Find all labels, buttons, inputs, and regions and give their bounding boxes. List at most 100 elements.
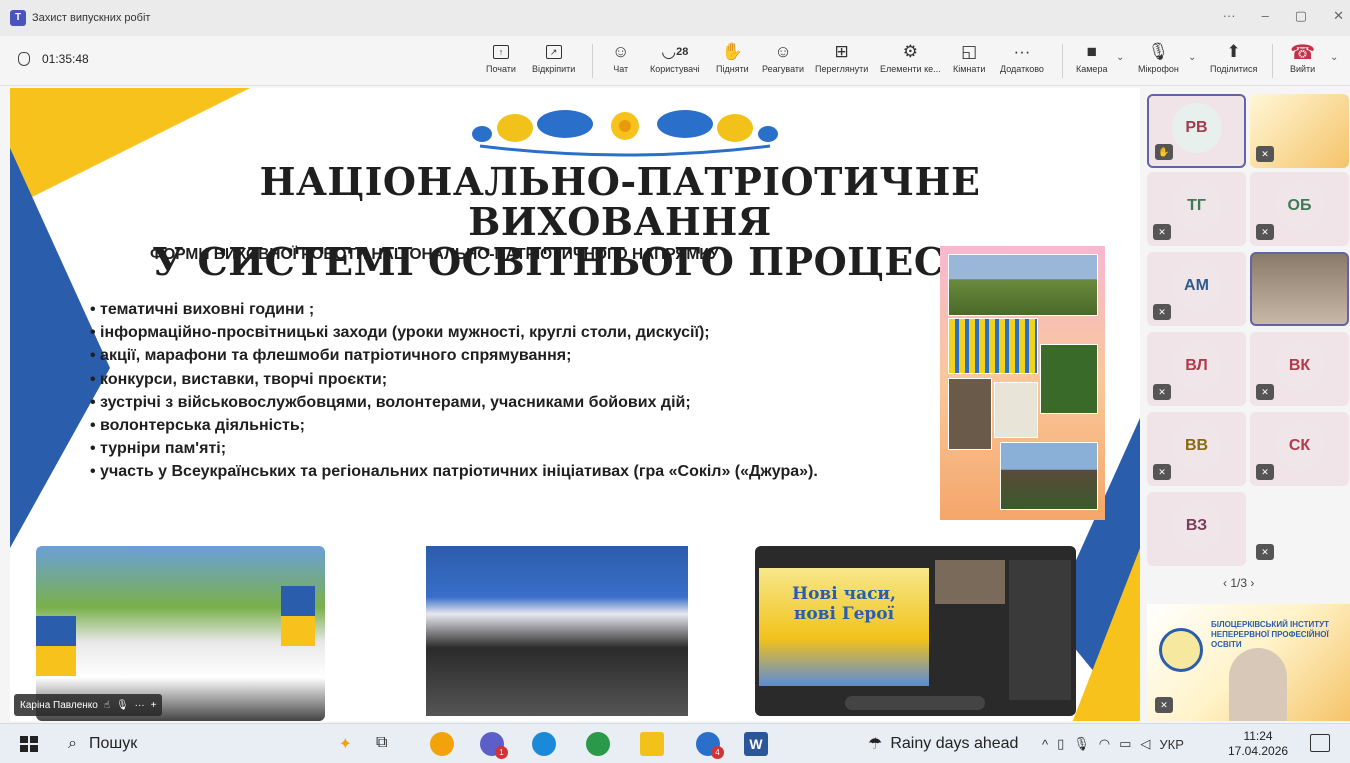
mic-off-icon: ✕: [1256, 464, 1274, 480]
edge-app-icon[interactable]: [532, 732, 556, 756]
next-page-icon[interactable]: ›: [1250, 576, 1254, 590]
presenter-video-tile[interactable]: БІЛОЦЕРКІВСЬКИЙ ІНСТИТУТ НЕПЕРЕРВНОЇ ПРО…: [1147, 604, 1350, 721]
sparkle-icon: ✦: [338, 736, 352, 753]
participants-list: [1009, 560, 1071, 700]
more-options-icon[interactable]: ···: [135, 700, 145, 711]
battery-icon[interactable]: ▭: [1119, 736, 1131, 752]
input-language[interactable]: УКР: [1159, 737, 1184, 752]
mic-off-icon: ✕: [1256, 224, 1274, 240]
share-icon: ⬆: [1226, 42, 1241, 61]
chrome-app-icon[interactable]: [430, 732, 454, 756]
leave-options-chevron-icon[interactable]: ⌄: [1330, 52, 1338, 63]
search-box[interactable]: ⌕ Пошук ✦: [52, 728, 362, 760]
raise-hand-icon: ✋: [721, 42, 743, 61]
camera-options-chevron-icon[interactable]: ⌄: [1116, 52, 1124, 63]
participant-tile[interactable]: СК ✕: [1250, 412, 1349, 486]
camera-button[interactable]: ■ Камера: [1076, 40, 1107, 74]
chat-button[interactable]: ☺ Чат: [612, 40, 629, 74]
call-controls-bar: [845, 696, 985, 710]
photo-collage: [940, 246, 1105, 520]
mic-icon[interactable]: 🎙: [1073, 736, 1090, 752]
list-item: зустрічі з військовослужбовцями, волонте…: [90, 391, 910, 414]
group-photo: [1000, 442, 1098, 510]
institute-name: БІЛОЦЕРКІВСЬКИЙ ІНСТИТУТ НЕПЕРЕРВНОЇ ПРО…: [1211, 620, 1329, 649]
list-item: волонтерська діяльність;: [90, 414, 910, 437]
minimize-icon[interactable]: –: [1262, 8, 1269, 24]
people-icon: ◡ 28: [661, 42, 689, 61]
teams-app-icon: T: [10, 10, 26, 26]
people-count: 28: [676, 46, 689, 58]
view-button[interactable]: ⊞ Переглянути: [815, 40, 868, 74]
diploma-photo: [994, 382, 1038, 438]
present-button[interactable]: ↑ Почати: [486, 40, 516, 74]
chrome-profile-icon[interactable]: [586, 732, 610, 756]
outdoor-photo: [1040, 344, 1098, 414]
avatar: СК: [1274, 421, 1325, 471]
team-photo: [948, 254, 1098, 316]
slide-title-line: НАЦІОНАЛЬНО-ПАТРІОТИЧНЕ ВИХОВАННЯ: [259, 159, 981, 244]
divider: [592, 44, 593, 78]
share-button[interactable]: ⬆ Поділитися: [1210, 40, 1257, 74]
teams-app-icon[interactable]: 1: [480, 732, 508, 759]
bullet-list: тематичні виховні години ; інформаційно-…: [90, 298, 910, 484]
participant-tile[interactable]: ВК ✕: [1250, 332, 1349, 406]
screen-banner: Нові часи, нові Герої: [759, 568, 929, 686]
unpin-icon: ↗: [545, 45, 562, 59]
start-button[interactable]: [20, 736, 38, 752]
controls-icon: ⚙: [902, 42, 918, 61]
mic-button[interactable]: 🎙 Мікрофон: [1138, 40, 1179, 74]
participant-tile[interactable]: ТГ ✕: [1147, 172, 1246, 246]
avatar: РВ: [1171, 103, 1222, 153]
participant-tile[interactable]: ОБ ✕: [1250, 172, 1349, 246]
word-app-icon[interactable]: W: [744, 732, 768, 756]
present-icon: ↑: [492, 45, 509, 59]
prev-page-icon[interactable]: ‹: [1223, 576, 1227, 590]
participant-tile[interactable]: АМ ✕: [1147, 252, 1246, 326]
mic-options-chevron-icon[interactable]: ⌄: [1188, 52, 1196, 63]
clock[interactable]: 11:24 17.04.2026: [1228, 729, 1288, 759]
chevron-up-icon[interactable]: ^: [1042, 737, 1048, 752]
viber-app-icon[interactable]: 4: [696, 732, 724, 759]
avatar: ВЛ: [1171, 341, 1222, 391]
people-button[interactable]: ◡ 28 Користувачі: [650, 40, 700, 74]
participant-video-tile[interactable]: [1250, 252, 1349, 326]
react-button[interactable]: ☺ Реагувати: [762, 40, 804, 74]
mic-off-icon: ✕: [1153, 304, 1171, 320]
participant-tile[interactable]: ВЛ ✕: [1147, 332, 1246, 406]
notifications-icon[interactable]: [1310, 734, 1330, 752]
overflow-tile[interactable]: ✕: [1250, 492, 1349, 566]
yellow-corner-shape: [1070, 548, 1140, 721]
mic-icon: 🎙: [115, 699, 129, 711]
avatar: ОБ: [1274, 181, 1325, 231]
participant-tile[interactable]: ВЗ: [1147, 492, 1246, 566]
restore-icon[interactable]: ▢: [1295, 8, 1307, 24]
wifi-icon[interactable]: ◠: [1099, 736, 1110, 752]
tablet-icon[interactable]: ▯: [1057, 736, 1064, 752]
notification-badge: 4: [711, 746, 724, 759]
video-thumbnail: [935, 560, 1005, 604]
controls-button[interactable]: ⚙ Елементи ке...: [880, 40, 941, 74]
list-item: участь у Всеукраїнських та регіональних …: [90, 460, 910, 483]
leave-button[interactable]: ☎ Вийти: [1290, 40, 1315, 75]
file-explorer-icon[interactable]: [640, 732, 664, 756]
mic-icon: ✕: [1155, 697, 1173, 713]
participant-tile[interactable]: РВ ✋: [1147, 94, 1246, 168]
window-title: Захист випускних робіт: [32, 12, 151, 24]
more-button[interactable]: ··· Додатково: [1000, 40, 1044, 74]
participant-tile[interactable]: ВВ ✕: [1147, 412, 1246, 486]
umbrella-icon: ☂: [868, 736, 883, 753]
meeting-toolbar: 01:35:48 ↑ Почати ↗ Відкріпити ☺ Чат ◡ 28…: [0, 36, 1350, 86]
meeting-timer: 01:35:48: [18, 52, 89, 66]
participant-video-tile[interactable]: ✕: [1250, 94, 1349, 168]
mic-off-icon: ✕: [1256, 146, 1274, 162]
pin-icon[interactable]: +: [151, 700, 157, 711]
close-icon[interactable]: ✕: [1333, 8, 1344, 24]
rooms-button[interactable]: ◱ Кімнати: [953, 40, 985, 74]
raise-hand-button[interactable]: ✋ Підняти: [716, 40, 749, 74]
weather-widget[interactable]: ☂ Rainy days ahead: [868, 734, 1018, 754]
more-options-icon[interactable]: ···: [1223, 8, 1236, 24]
list-item: турніри пам'яті;: [90, 437, 910, 460]
volume-icon[interactable]: ◁: [1140, 736, 1150, 752]
task-view-icon[interactable]: ⧉: [376, 734, 387, 752]
unpin-button[interactable]: ↗ Відкріпити: [532, 40, 575, 74]
